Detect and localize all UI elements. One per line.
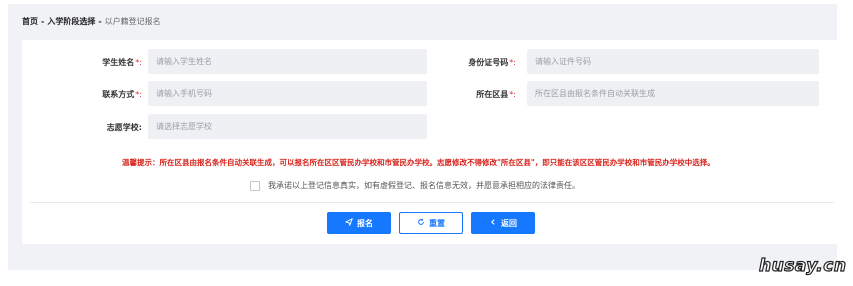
contact-input[interactable]: 请输入手机号码 [148,81,427,106]
breadcrumb-separator: - [98,17,102,26]
back-label: 返回 [501,218,517,228]
agreement-checkbox[interactable] [250,180,260,191]
send-icon [345,218,353,228]
warm-tip: 温馨提示：所在区县由报名条件自动关联生成，可以报名所在区区管民办学校和市管民办学… [122,158,715,167]
school-select[interactable]: 请选择志愿学校 [148,114,427,139]
id-number-label: 身份证号码*: [468,58,516,67]
id-number-input[interactable]: 请输入证件号码 [527,49,819,74]
breadcrumb-stage[interactable]: 入学阶段选择 [47,17,95,26]
breadcrumb-separator: - [41,17,45,26]
contact-label: 联系方式*: [102,90,142,99]
agreement-row: 我承诺以上登记信息真实，如有虚假登记、报名信息无效，并愿意承担相应的法律责任。 [250,180,580,191]
agreement-text: 我承诺以上登记信息真实，如有虚假登记、报名信息无效，并愿意承担相应的法律责任。 [268,181,580,190]
watermark-logo: husay.cn [758,255,847,276]
submit-label: 报名 [357,218,373,228]
chevron-left-icon [489,218,497,228]
student-name-input[interactable]: 请输入学生姓名 [148,49,427,74]
page-frame: 首页 - 入学阶段选择 - 以户籍登记报名 学生姓名*: 请输入学生姓名 身份证号码*:… [8,4,842,270]
submit-button[interactable]: 报名 [327,212,391,234]
reset-button[interactable]: 重置 [399,212,463,234]
refresh-icon [417,218,425,228]
breadcrumb: 首页 - 入学阶段选择 - 以户籍登记报名 [22,16,161,27]
reset-label: 重置 [429,218,445,228]
student-name-label: 学生姓名*: [102,58,142,67]
back-button[interactable]: 返回 [471,212,535,234]
district-label: 所在区县*: [476,90,516,99]
breadcrumb-current: 以户籍登记报名 [104,17,161,26]
divider [30,202,834,203]
district-input: 所在区县由报名条件自动关联生成 [527,81,819,106]
school-label: 志愿学校: [106,123,142,132]
registration-form-card: 学生姓名*: 请输入学生姓名 身份证号码*: 请输入证件号码 联系方式*: 请输… [22,40,842,244]
breadcrumb-home[interactable]: 首页 [22,17,38,26]
